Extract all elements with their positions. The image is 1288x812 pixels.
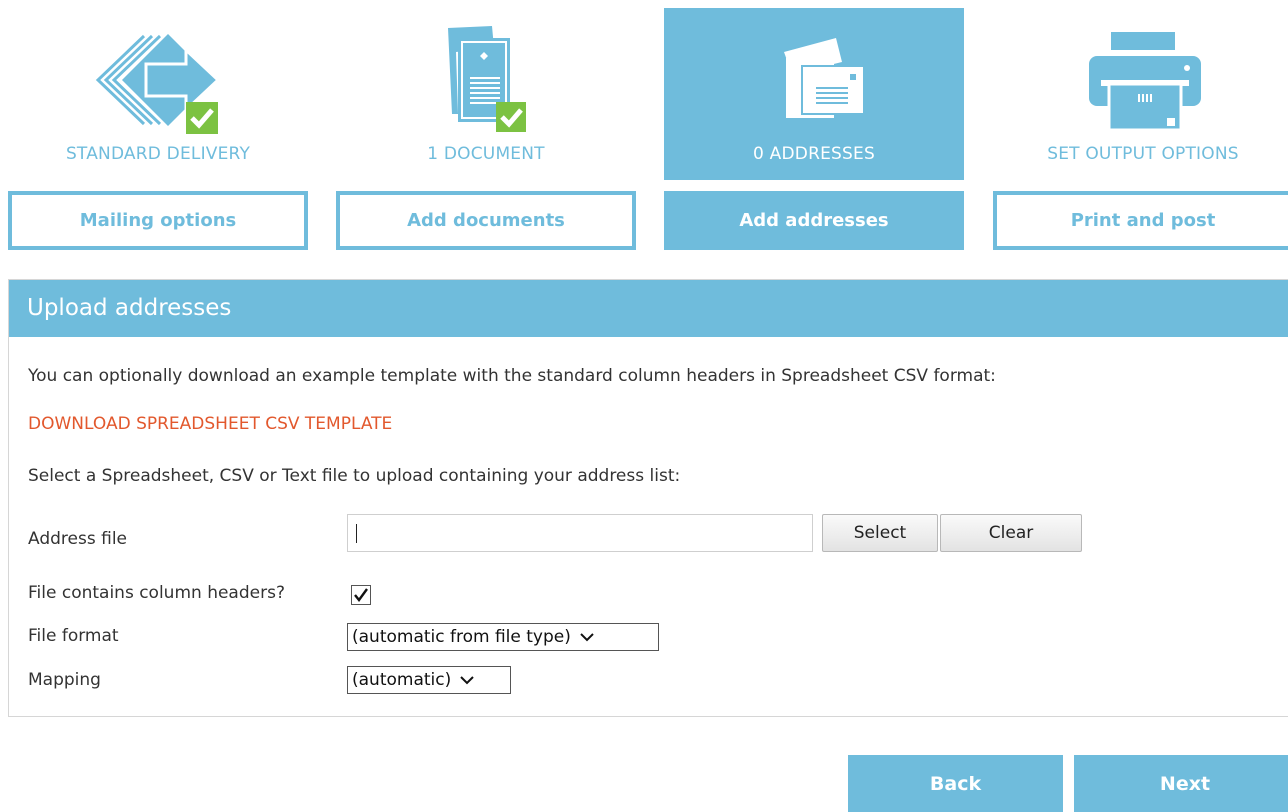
column-headers-label: File contains column headers? [28, 583, 285, 603]
step-mailing-options: STANDARD DELIVERY [8, 8, 308, 180]
panel-title: Upload addresses [9, 280, 1288, 337]
delivery-arrow-icon [8, 22, 308, 142]
step-caption: STANDARD DELIVERY [65, 144, 251, 164]
print-and-post-button[interactable]: Print and post [993, 191, 1288, 250]
next-button[interactable]: Next [1074, 755, 1288, 812]
add-addresses-button[interactable]: Add addresses [664, 191, 964, 250]
step-caption: 1 DOCUMENT [427, 144, 545, 164]
file-format-value: (automatic from file type) [352, 627, 571, 647]
mailing-options-button[interactable]: Mailing options [8, 191, 308, 250]
step-caption: SET OUTPUT OPTIONS [1047, 144, 1239, 164]
printer-icon [993, 22, 1288, 142]
back-button[interactable]: Back [848, 755, 1063, 812]
chevron-down-icon [579, 631, 595, 643]
mapping-label: Mapping [28, 670, 101, 690]
clear-file-button[interactable]: Clear [940, 514, 1082, 552]
upload-addresses-panel: Upload addresses You can optionally down… [8, 279, 1288, 717]
step-print-and-post: SET OUTPUT OPTIONS [993, 8, 1288, 180]
address-file-input[interactable] [347, 514, 813, 552]
mapping-select[interactable]: (automatic) [347, 666, 511, 694]
address-file-label: Address file [28, 529, 127, 549]
mapping-value: (automatic) [352, 670, 452, 690]
step-add-addresses: 0 ADDRESSES [664, 8, 964, 180]
file-format-select[interactable]: (automatic from file type) [347, 623, 659, 651]
add-documents-button[interactable]: Add documents [336, 191, 636, 250]
file-format-label: File format [28, 626, 119, 646]
select-file-button[interactable]: Select [822, 514, 938, 552]
step-add-documents: 1 DOCUMENT [336, 8, 636, 180]
checkmark-icon [354, 588, 368, 602]
envelopes-icon [664, 22, 964, 142]
download-template-link[interactable]: DOWNLOAD SPREADSHEET CSV TEMPLATE [28, 414, 392, 434]
chevron-down-icon [459, 674, 475, 686]
text-caret [356, 524, 357, 543]
template-intro-text: You can optionally download an example t… [28, 366, 996, 386]
step-caption: 0 ADDRESSES [753, 144, 875, 164]
column-headers-checkbox[interactable] [351, 585, 371, 605]
select-file-instruction: Select a Spreadsheet, CSV or Text file t… [28, 466, 681, 486]
document-icon [336, 22, 636, 142]
